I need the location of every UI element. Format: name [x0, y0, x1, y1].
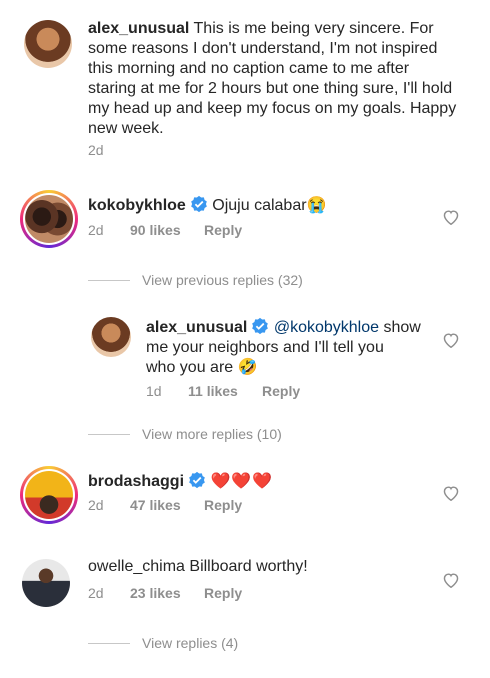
view-more-replies[interactable]: View more replies (10)	[88, 426, 282, 442]
avatar-kokobykhloe[interactable]	[20, 190, 78, 248]
view-previous-replies-label: View previous replies (32)	[142, 272, 303, 288]
reply-1-username[interactable]: alex_unusual	[146, 319, 247, 336]
like-heart-icon[interactable]	[442, 332, 460, 348]
comment-2-reply-button[interactable]: Reply	[204, 497, 242, 513]
reply-1-time: 1d	[146, 383, 162, 399]
comment-3-username[interactable]: owelle_chima	[88, 558, 185, 575]
replies-divider	[88, 642, 130, 644]
comment-2-time: 2d	[88, 497, 104, 513]
comment-2-username[interactable]: brodashaggi	[88, 473, 184, 490]
like-heart-icon[interactable]	[442, 572, 460, 588]
reply-1-text-3: who you are 🤣	[146, 359, 258, 376]
view-more-replies-label: View more replies (10)	[142, 426, 282, 442]
reply-1: alex_unusual @kokobykhloe show me your n…	[146, 317, 436, 378]
comment-3: owelle_chima Billboard worthy!	[88, 557, 428, 577]
comment-1-text: Ojuju calabar😭	[212, 197, 327, 214]
verified-badge-icon	[189, 471, 205, 489]
avatar-owelle-chima[interactable]	[22, 559, 70, 607]
comment-1-likes[interactable]: 90 likes	[130, 222, 181, 238]
verified-badge-icon	[190, 195, 207, 213]
caption-time: 2d	[88, 142, 104, 158]
verified-badge-icon	[252, 317, 269, 335]
comment-2-text: ❤️❤️❤️	[210, 473, 274, 490]
comment-3-text: Billboard worthy!	[189, 558, 308, 575]
replies-divider	[88, 279, 130, 281]
like-heart-icon[interactable]	[442, 485, 460, 501]
avatar-brodashaggi[interactable]	[20, 466, 78, 524]
comment-3-time: 2d	[88, 585, 104, 601]
reply-1-text-1: show	[379, 319, 421, 336]
view-previous-replies[interactable]: View previous replies (32)	[88, 272, 303, 288]
reply-1-reply-button[interactable]: Reply	[262, 383, 300, 399]
like-heart-icon[interactable]	[442, 209, 460, 225]
avatar-alex-unusual[interactable]	[24, 20, 72, 68]
caption-text-block: alex_unusual This is me being very since…	[88, 19, 458, 139]
comment-2-likes[interactable]: 47 likes	[130, 497, 181, 513]
reply-1-text-2: me your neighbors and I'll tell you	[146, 339, 384, 356]
reply-1-mention[interactable]: @kokobykhloe	[274, 319, 379, 336]
view-replies[interactable]: View replies (4)	[88, 635, 238, 651]
reply-1-likes[interactable]: 11 likes	[188, 383, 238, 399]
caption-username[interactable]: alex_unusual	[88, 20, 189, 37]
view-replies-label: View replies (4)	[142, 635, 239, 651]
comment-1: kokobykhloe Ojuju calabar😭	[88, 195, 428, 216]
comment-3-reply-button[interactable]: Reply	[204, 585, 242, 601]
replies-divider	[88, 433, 130, 435]
comment-1-time: 2d	[88, 222, 104, 238]
avatar-alex-unusual-reply[interactable]	[91, 317, 131, 357]
comment-1-username[interactable]: kokobykhloe	[88, 197, 186, 214]
caption-text: This is me being very sincere. For some …	[88, 20, 457, 137]
comment-3-likes[interactable]: 23 likes	[130, 585, 181, 601]
comment-2: brodashaggi ❤️❤️❤️	[88, 471, 428, 492]
comment-1-reply-button[interactable]: Reply	[204, 222, 242, 238]
